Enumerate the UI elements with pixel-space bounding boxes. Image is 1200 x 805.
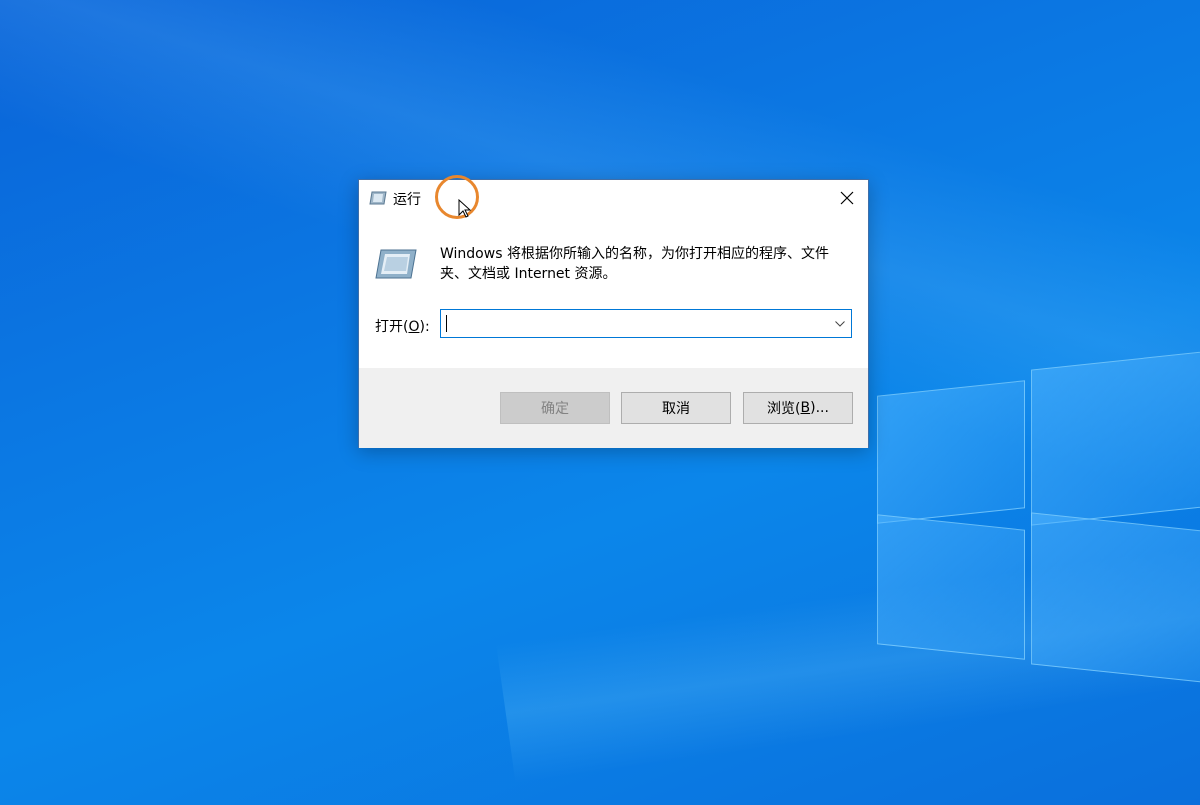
logo-pane [1031,512,1200,684]
close-icon [840,191,854,205]
browse-button[interactable]: 浏览(B)... [743,392,853,424]
run-icon [375,249,417,279]
logo-pane [877,514,1025,660]
dialog-title: 运行 [393,192,421,208]
text-caret [446,315,447,332]
ok-button[interactable]: 确定 [500,392,610,424]
open-label-hotkey: O [408,319,420,335]
close-button[interactable] [826,180,868,216]
open-label-suffix: ): [419,319,430,335]
logo-pane [1031,350,1200,526]
button-bar: 确定 取消 浏览(B)... [359,368,868,448]
browse-label-suffix: )... [810,400,829,416]
open-label: 打开(O): [375,316,430,336]
run-dialog: 运行 Windows 将根据你所输入的名称，为你打开相应的程序、文件夹、文档或 … [358,179,869,448]
browse-label-prefix: 浏览( [767,401,801,417]
dialog-description: Windows 将根据你所输入的名称，为你打开相应的程序、文件夹、文档或 Int… [440,246,829,282]
browse-label-hotkey: B [800,400,811,416]
run-icon [369,191,387,205]
title-bar[interactable]: 运行 [359,180,868,216]
cancel-button[interactable]: 取消 [621,392,731,424]
open-label-prefix: 打开( [375,319,409,335]
dropdown-button[interactable] [829,310,851,337]
open-input[interactable] [441,310,833,337]
open-combobox[interactable] [440,309,852,338]
logo-pane [877,380,1025,524]
chevron-down-icon [835,320,845,327]
